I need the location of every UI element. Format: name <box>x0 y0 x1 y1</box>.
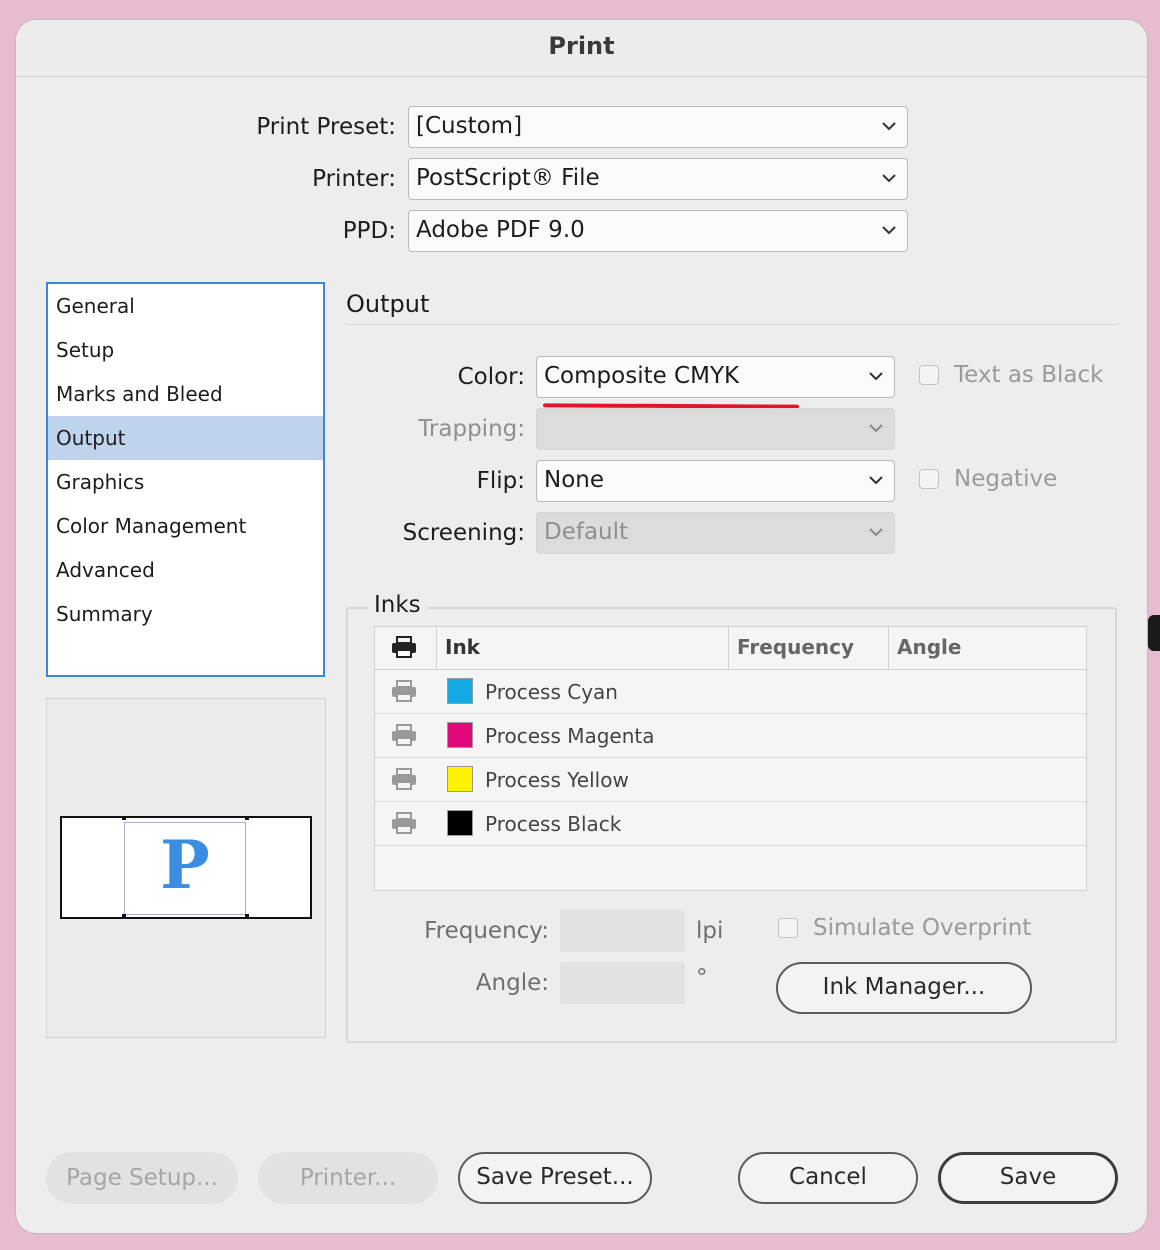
screening-value: Default <box>544 519 629 545</box>
sidebar-item-summary[interactable]: Summary <box>48 592 323 636</box>
ink-name: Process Magenta <box>485 724 655 748</box>
simulate-overprint-label: Simulate Overprint <box>813 915 1032 941</box>
preview-paper: P <box>60 816 312 919</box>
text-as-black-label: Text as Black <box>954 362 1104 388</box>
frequency-unit: lpi <box>696 918 724 944</box>
color-select[interactable]: Composite CMYK <box>536 356 895 398</box>
flip-value: None <box>544 467 605 493</box>
ink-name: Process Cyan <box>485 680 618 704</box>
print-preset-label: Print Preset: <box>256 114 396 140</box>
ink-column-header[interactable]: Ink <box>437 627 729 669</box>
screening-select[interactable]: Default <box>536 512 895 554</box>
angle-column-header[interactable]: Angle <box>889 627 1087 669</box>
print-preset-value: [Custom] <box>416 113 523 139</box>
chevron-down-icon <box>869 528 883 537</box>
table-row[interactable]: Process Black <box>375 802 1086 846</box>
flip-select[interactable]: None <box>536 460 895 502</box>
sidebar-item-output[interactable]: Output <box>48 416 323 460</box>
window-edge-marker <box>1148 615 1160 651</box>
color-value: Composite CMYK <box>544 363 740 389</box>
preview-glyph: P <box>160 826 210 904</box>
ppd-label: PPD: <box>342 218 396 244</box>
trapping-label: Trapping: <box>418 416 525 442</box>
page-setup-button[interactable]: Page Setup... <box>46 1152 238 1204</box>
simulate-overprint-checkbox[interactable] <box>778 918 798 938</box>
category-list: General Setup Marks and Bleed Output Gra… <box>46 282 325 677</box>
printer-icon[interactable] <box>391 812 417 834</box>
crop-mark <box>122 914 126 918</box>
preview-page: P <box>124 822 246 915</box>
ppd-select[interactable]: Adobe PDF 9.0 <box>408 210 908 252</box>
printer-button[interactable]: Printer... <box>258 1152 438 1204</box>
table-row[interactable]: Process Magenta <box>375 714 1086 758</box>
sidebar-item-advanced[interactable]: Advanced <box>48 548 323 592</box>
angle-input[interactable] <box>560 962 685 1004</box>
printer-icon <box>392 636 416 658</box>
page-preview: P <box>46 698 326 1038</box>
color-label: Color: <box>457 364 525 390</box>
sidebar-item-color-management[interactable]: Color Management <box>48 504 323 548</box>
save-preset-button[interactable]: Save Preset... <box>458 1152 652 1204</box>
inks-group-title: Inks <box>368 592 427 618</box>
ink-swatch <box>447 678 473 704</box>
table-row[interactable]: Process Yellow <box>375 758 1086 802</box>
negative-label: Negative <box>954 466 1058 492</box>
sidebar-item-marks-and-bleed[interactable]: Marks and Bleed <box>48 372 323 416</box>
angle-unit: ° <box>696 965 708 991</box>
printer-icon[interactable] <box>391 680 417 702</box>
ink-swatch <box>447 722 473 748</box>
printer-icon[interactable] <box>391 724 417 746</box>
sidebar-item-setup[interactable]: Setup <box>48 328 323 372</box>
negative-checkbox[interactable] <box>919 469 939 489</box>
sidebar-item-graphics[interactable]: Graphics <box>48 460 323 504</box>
ppd-value: Adobe PDF 9.0 <box>416 217 585 243</box>
printer-label: Printer: <box>312 166 396 192</box>
ink-swatch <box>447 810 473 836</box>
chevron-down-icon <box>882 226 896 235</box>
flip-label: Flip: <box>476 468 525 494</box>
frequency-label: Frequency: <box>424 918 549 944</box>
crop-mark <box>245 914 249 918</box>
screening-label: Screening: <box>402 520 525 546</box>
angle-label: Angle: <box>475 970 549 996</box>
trapping-select[interactable] <box>536 408 895 450</box>
frequency-input[interactable] <box>560 910 685 952</box>
save-button[interactable]: Save <box>938 1152 1118 1204</box>
print-dialog: Print Print Preset: [Custom] Printer: Po… <box>16 20 1147 1233</box>
chevron-down-icon <box>869 372 883 381</box>
text-as-black-checkbox[interactable] <box>919 365 939 385</box>
cancel-button[interactable]: Cancel <box>738 1152 918 1204</box>
crop-mark <box>245 816 249 820</box>
ink-name: Process Black <box>485 812 622 836</box>
sidebar-item-general[interactable]: General <box>48 284 323 328</box>
chevron-down-icon <box>882 122 896 131</box>
inks-table: Ink Frequency Angle Process Cyan Process… <box>374 626 1087 891</box>
printer-value: PostScript® File <box>416 165 600 191</box>
chevron-down-icon <box>869 424 883 433</box>
printer-select[interactable]: PostScript® File <box>408 158 908 200</box>
printer-icon[interactable] <box>391 768 417 790</box>
ink-name: Process Yellow <box>485 768 629 792</box>
section-divider <box>346 324 1118 325</box>
print-column-header <box>375 627 437 669</box>
output-section-title: Output <box>346 290 430 318</box>
dialog-title: Print <box>548 32 615 60</box>
table-row[interactable]: Process Cyan <box>375 670 1086 714</box>
crop-mark <box>122 816 126 820</box>
ink-manager-button[interactable]: Ink Manager... <box>776 962 1032 1014</box>
print-preset-select[interactable]: [Custom] <box>408 106 908 148</box>
title-bar: Print <box>16 20 1147 77</box>
frequency-column-header[interactable]: Frequency <box>729 627 889 669</box>
ink-swatch <box>447 766 473 792</box>
chevron-down-icon <box>882 174 896 183</box>
chevron-down-icon <box>869 476 883 485</box>
